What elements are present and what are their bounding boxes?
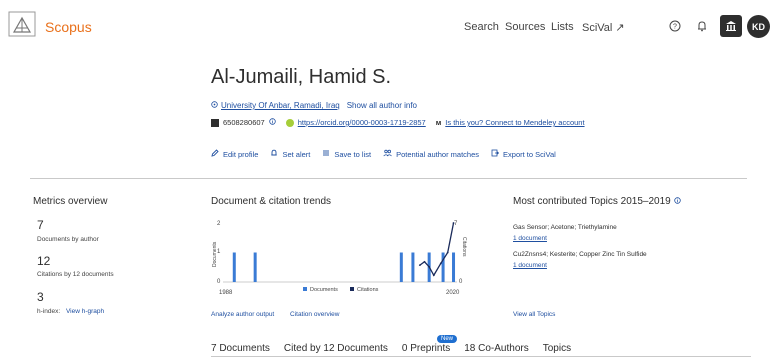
- document-citation-chart: 2 1 0 7 0 Documents Citations 1988 2020 …: [212, 221, 467, 296]
- top-bar: Scopus Search Sources Lists SciVal ↗ ? K…: [0, 0, 773, 50]
- hindex-label: h-index:: [37, 308, 61, 315]
- citations-label: Citations by 12 documents: [37, 271, 114, 278]
- orcid-icon: [285, 118, 294, 127]
- author-name: Al-Jumaili, Hamid S.: [211, 66, 392, 88]
- elsevier-logo[interactable]: [8, 10, 36, 38]
- bell-icon[interactable]: [691, 15, 713, 37]
- documents-bar[interactable]: [399, 252, 403, 283]
- topic-name: Gas Sensor; Acetone; Triethylamine: [513, 224, 617, 231]
- y-right-tick-bottom: 0: [459, 279, 463, 285]
- edit-profile-label: Edit profile: [223, 149, 259, 159]
- citations-point[interactable]: [452, 222, 455, 224]
- documents-count[interactable]: 7: [37, 218, 44, 232]
- legend-documents-swatch: [303, 287, 307, 291]
- scopus-id-icon: [211, 118, 219, 127]
- info-icon[interactable]: [269, 118, 276, 127]
- location-icon: [211, 101, 218, 110]
- topic-document-link[interactable]: 1 document: [513, 235, 547, 242]
- citations-point[interactable]: [446, 251, 449, 254]
- y-left-tick-bottom: 0: [217, 279, 221, 285]
- documents-bar[interactable]: [411, 252, 415, 283]
- trends-title: Document & citation trends: [211, 196, 332, 207]
- new-badge: New: [437, 335, 458, 343]
- potential-author-matches-label: Potential author matches: [396, 149, 480, 159]
- y-right-axis-label: Citations: [461, 237, 467, 257]
- export-to-scival-label: Export to SciVal: [503, 149, 556, 159]
- y-left-tick-top: 2: [217, 221, 221, 227]
- set-alert-button[interactable]: Set alert: [270, 149, 310, 159]
- info-icon[interactable]: [674, 196, 681, 207]
- citations-line: [419, 222, 455, 277]
- legend-citations-label: Citations: [357, 287, 379, 293]
- topic-document-link[interactable]: 1 document: [513, 262, 547, 269]
- institution-icon[interactable]: [720, 15, 742, 37]
- set-alert-label: Set alert: [282, 149, 311, 159]
- hindex-row: h-index: View h-graph: [37, 308, 104, 315]
- topics-title-row: Most contributed Topics 2015–2019: [513, 196, 681, 207]
- affiliation-link[interactable]: University Of Anbar, Ramadi, Iraq: [221, 101, 340, 110]
- show-all-author-info-link[interactable]: Show all author info: [347, 101, 417, 110]
- view-all-topics-link[interactable]: View all Topics: [513, 311, 555, 318]
- edit-profile-button[interactable]: Edit profile: [211, 149, 258, 159]
- documents-bar[interactable]: [452, 252, 456, 283]
- topic-name: Cu2Znsns4; Kesterite; Copper Zinc Tin Su…: [513, 251, 647, 258]
- list-icon: [322, 149, 330, 159]
- section-divider: [30, 178, 747, 179]
- citations-point[interactable]: [432, 274, 435, 277]
- legend-documents-label: Documents: [310, 287, 338, 293]
- citations-point[interactable]: [418, 264, 421, 267]
- metrics-overview-title: Metrics overview: [33, 196, 108, 207]
- citations-count[interactable]: 12: [37, 254, 50, 268]
- citations-point[interactable]: [439, 262, 442, 265]
- documents-label: Documents by author: [37, 236, 99, 243]
- citations-point[interactable]: [428, 265, 431, 268]
- potential-author-matches-button[interactable]: Potential author matches: [383, 149, 479, 159]
- hindex-value: 3: [37, 290, 44, 304]
- citations-point[interactable]: [423, 260, 426, 263]
- nav-lists[interactable]: Lists: [551, 21, 574, 33]
- people-icon: [383, 149, 392, 159]
- tabs-underline: [211, 356, 751, 357]
- documents-bar[interactable]: [441, 252, 445, 283]
- export-to-scival-button[interactable]: Export to SciVal: [491, 149, 556, 159]
- documents-bar[interactable]: [232, 252, 236, 283]
- mendeley-icon: ᴍ: [435, 118, 442, 127]
- user-avatar[interactable]: KD: [747, 15, 770, 38]
- author-ids-row: 6508280607 https://orcid.org/0000-0003-1…: [211, 118, 585, 127]
- nav-sources[interactable]: Sources: [505, 21, 545, 33]
- author-actions: Edit profile Set alert Save to list Pote…: [211, 149, 556, 159]
- citation-overview-link[interactable]: Citation overview: [290, 311, 340, 318]
- orcid-link[interactable]: https://orcid.org/0000-0003-1719-2857: [298, 118, 426, 127]
- scopus-brand[interactable]: Scopus: [45, 19, 92, 35]
- topics-title: Most contributed Topics 2015–2019: [513, 196, 671, 207]
- affiliation-row: University Of Anbar, Ramadi, Iraq Show a…: [211, 101, 417, 110]
- documents-bar[interactable]: [253, 252, 257, 283]
- x-end-label: 2020: [446, 290, 460, 296]
- save-to-list-button[interactable]: Save to list: [322, 149, 371, 159]
- scopus-id: 6508280607: [223, 118, 265, 127]
- nav-search[interactable]: Search: [464, 21, 499, 33]
- legend-citations-swatch: [350, 287, 354, 291]
- nav-scival[interactable]: SciVal ↗: [582, 21, 625, 34]
- bell-icon: [270, 149, 278, 159]
- mendeley-connect-link[interactable]: Is this you? Connect to Mendeley account: [445, 118, 584, 127]
- view-hgraph-link[interactable]: View h-graph: [66, 308, 104, 315]
- svg-text:?: ?: [673, 24, 677, 31]
- y-right-tick-top: 7: [454, 221, 458, 227]
- export-icon: [491, 149, 500, 159]
- x-start-label: 1988: [219, 290, 233, 296]
- help-icon[interactable]: ?: [664, 15, 686, 37]
- save-to-list-label: Save to list: [334, 149, 372, 159]
- y-left-axis-label: Documents: [212, 241, 218, 267]
- analyze-author-output-link[interactable]: Analyze author output: [211, 311, 274, 318]
- pencil-icon: [211, 149, 219, 159]
